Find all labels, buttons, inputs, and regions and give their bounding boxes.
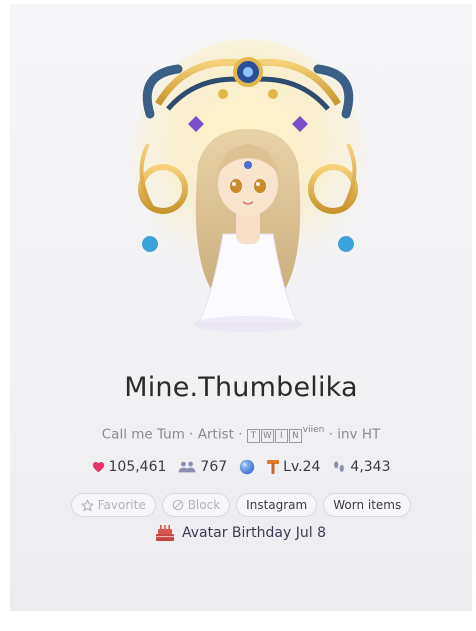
avatar-illustration: [130, 39, 366, 332]
bio-boxed-suffix: viien: [302, 425, 325, 435]
avatar-birthday: Avatar Birthday Jul 8: [10, 525, 472, 541]
globe-stat[interactable]: [239, 459, 255, 475]
block-icon: [172, 499, 184, 511]
avatar[interactable]: [128, 34, 368, 334]
friends-count: 767: [200, 459, 228, 475]
footprints-stat[interactable]: 4,343: [332, 459, 391, 475]
bio-text-1: Call me Tum · Artist ·: [101, 426, 247, 443]
globe-icon: [239, 459, 255, 475]
favorite-button[interactable]: Favorite: [70, 493, 156, 517]
profile-stats: 105,461 767 Lv.24 4,343: [10, 459, 472, 475]
profile-bio: Call me Tum · Artist · T W I Nviien · inv H…: [10, 425, 472, 443]
profile-actions: Favorite Block Instagram Worn items: [10, 493, 472, 517]
hammer-icon: [267, 460, 280, 474]
level-value: Lv.24: [283, 459, 321, 475]
likes-count: 105,461: [108, 459, 167, 475]
block-label: Block: [187, 498, 221, 512]
worn-items-label: Worn items: [333, 498, 402, 512]
worn-items-button[interactable]: Worn items: [323, 493, 412, 517]
profile-screen: Mine.Thumbelika Call me Tum · Artist · T…: [0, 0, 476, 631]
bio-box-letter: T: [246, 428, 260, 443]
friends-icon: [179, 461, 196, 473]
bio-box-letter: N: [288, 428, 302, 443]
likes-stat[interactable]: 105,461: [92, 459, 167, 475]
friends-stat[interactable]: 767: [178, 459, 227, 475]
level-stat[interactable]: Lv.24: [267, 459, 320, 475]
cake-icon: [156, 525, 175, 541]
instagram-button[interactable]: Instagram: [236, 493, 318, 517]
block-button[interactable]: Block: [161, 493, 231, 517]
bio-box-letter: I: [274, 428, 288, 443]
instagram-label: Instagram: [246, 498, 308, 512]
footprints-count: 4,343: [350, 459, 391, 475]
bio-boxed-name: T W I Nviien: [246, 425, 325, 443]
heart-icon: [92, 462, 104, 473]
favorite-label: Favorite: [97, 498, 146, 512]
bio-box-letter: W: [260, 428, 274, 443]
footprints-icon: [334, 461, 345, 472]
birthday-label: Avatar Birthday Jul 8: [182, 525, 326, 541]
bio-text-2: · inv HT: [324, 426, 381, 443]
star-icon: [81, 499, 94, 511]
display-name: Mine.Thumbelika: [124, 372, 358, 403]
